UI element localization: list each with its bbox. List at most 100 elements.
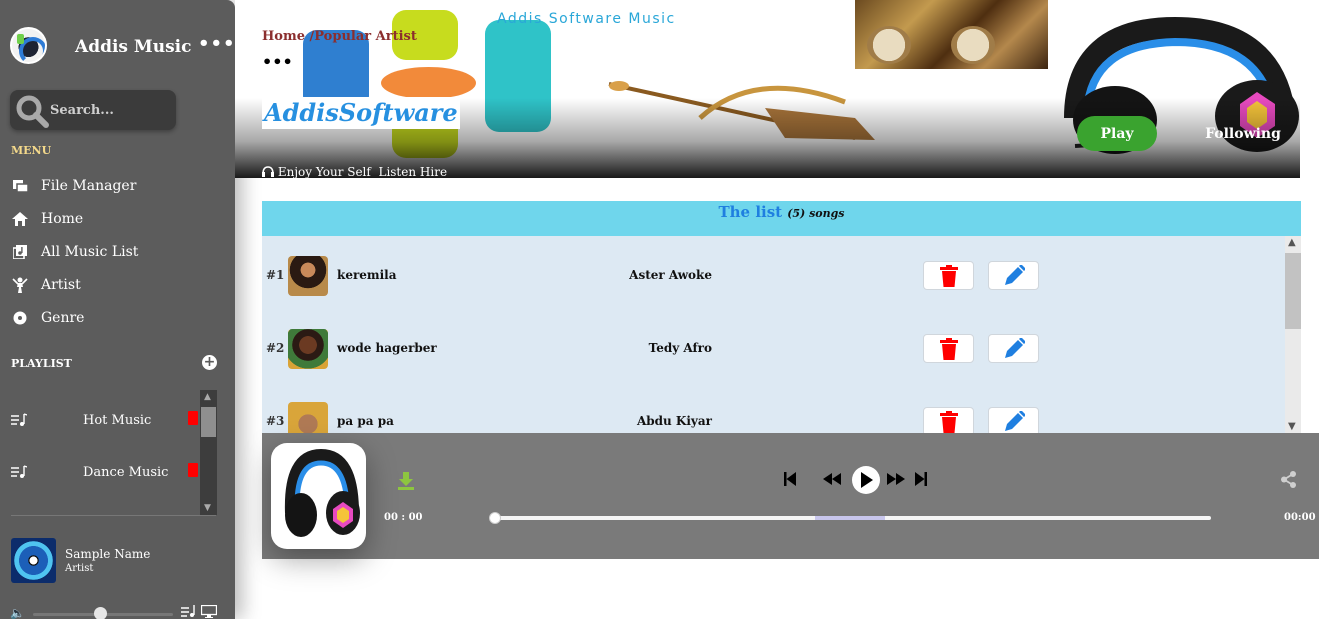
scroll-up-icon[interactable]: ▲ [204,392,211,402]
pencil-icon [1004,337,1025,358]
following-button[interactable]: Following [1203,116,1283,151]
page: Addis Music ••• MENU File Manager Home [0,0,1342,619]
playlist-label: Dance Music [83,465,169,480]
app-logo[interactable] [10,27,47,64]
edit-song-button[interactable] [988,334,1039,363]
pencil-icon [1004,410,1025,431]
song-row[interactable]: #2 wode hagerber Tedy Afro [262,328,1285,370]
divider [11,515,216,516]
playlist-item-hot-music[interactable]: Hot Music [11,411,199,433]
delete-song-button[interactable] [923,334,974,363]
menu-item-genre[interactable]: Genre [11,307,211,329]
seek-thumb[interactable] [489,512,501,524]
headphones-cover-image [284,448,360,537]
screen-icon[interactable] [201,605,217,618]
download-icon[interactable] [398,472,414,490]
song-artist: Tedy Afro [648,341,712,355]
brand-text: AddisSoftware [264,98,458,127]
song-list: #1 keremila Aster Awoke #2 wode hagerber… [262,236,1285,433]
song-title: pa pa pa [337,414,394,428]
menu-item-file-manager[interactable]: File Manager [11,175,211,197]
scroll-up-icon[interactable]: ▲ [1288,237,1296,248]
delete-playlist-icon[interactable] [188,411,198,425]
search-box [10,90,176,130]
skip-previous-icon [784,472,796,486]
song-artist: Abdu Kiyar [636,414,712,428]
playlist-scrollbar[interactable]: ▲ ▼ [200,390,217,515]
total-time: 00:00 [1284,512,1316,523]
player-cover-art [271,443,366,549]
add-playlist-icon[interactable]: + [202,355,217,370]
drum-shape [867,26,911,64]
song-title: wode hagerber [337,341,437,355]
song-thumbnail [288,329,328,369]
search-input[interactable] [50,98,170,122]
artist-icon [11,277,29,293]
headphones-icon [262,166,274,177]
now-playing-cover [11,538,56,583]
delete-playlist-icon[interactable] [188,463,198,477]
menu-section-label: MENU [11,144,52,157]
trash-icon [939,264,958,287]
playlist-icon [11,413,27,426]
search-icon[interactable] [14,94,50,128]
fast-forward-icon [887,473,905,485]
scroll-down-icon[interactable]: ▼ [204,503,211,513]
skip-previous-button[interactable] [783,470,797,488]
menu-item-label: Home [41,211,84,227]
song-thumbnail [288,402,328,433]
song-title: keremila [337,268,397,282]
more-options-button[interactable]: ••• [198,33,236,54]
playlist-scroll-thumb[interactable] [201,407,216,437]
tagline: Enjoy Your Self Listen Hire [262,165,447,178]
hero-banner: Home /Popular Artist ••• Addis Software … [235,0,1300,178]
playlist-label: Hot Music [83,413,152,428]
song-number: #3 [266,414,285,428]
play-pause-button[interactable] [852,466,880,494]
menu-item-all-music-list[interactable]: All Music List [11,241,211,263]
song-thumbnail [288,256,328,296]
folder-icon [11,178,29,194]
app-title: Addis Music [75,37,192,57]
menu-item-home[interactable]: Home [11,208,211,230]
breadcrumb[interactable]: Home /Popular Artist [262,29,417,44]
song-number: #2 [266,341,285,355]
song-row[interactable]: #3 pa pa pa Abdu Kiyar [262,401,1285,433]
playlist-item-dance-music[interactable]: Dance Music [11,463,199,485]
rewind-button[interactable] [822,470,842,488]
song-list-scrollbar[interactable]: ▲ ▼ [1285,236,1301,433]
menu-item-label: All Music List [41,244,139,260]
fast-forward-button[interactable] [886,470,906,488]
menu-item-artist[interactable]: Artist [11,274,211,296]
song-count: (5) songs [787,207,845,220]
seek-bar[interactable] [495,516,1211,520]
music-list-icon [11,244,29,260]
play-button[interactable]: Play [1077,116,1157,151]
skip-next-icon [915,472,927,486]
trash-icon [939,410,958,433]
seek-buffer [815,516,885,520]
song-list-scroll-thumb[interactable] [1285,253,1301,329]
breadcrumb-more-button[interactable]: ••• [262,52,293,71]
song-row[interactable]: #1 keremila Aster Awoke [262,255,1285,297]
song-artist: Aster Awoke [629,268,712,282]
volume-slider-thumb[interactable] [94,607,108,619]
delete-song-button[interactable] [923,407,974,433]
playlist-icon [11,465,27,478]
volume-icon[interactable]: 🔈 [10,606,25,619]
menu-item-label: Genre [41,310,85,326]
instrument-photo [855,0,1048,69]
trash-icon [939,337,958,360]
menu-item-label: Artist [41,277,81,293]
scroll-down-icon[interactable]: ▼ [1288,421,1296,432]
song-list-header: The list (5) songs [262,201,1301,236]
pencil-icon [1004,264,1025,285]
now-playing-name: Sample Name [65,547,151,561]
queue-icon[interactable] [181,605,196,618]
music-player: 00 : 00 00:00 [262,433,1319,559]
edit-song-button[interactable] [988,407,1039,433]
delete-song-button[interactable] [923,261,974,290]
skip-next-button[interactable] [914,470,928,488]
edit-song-button[interactable] [988,261,1039,290]
share-icon[interactable] [1280,471,1297,488]
